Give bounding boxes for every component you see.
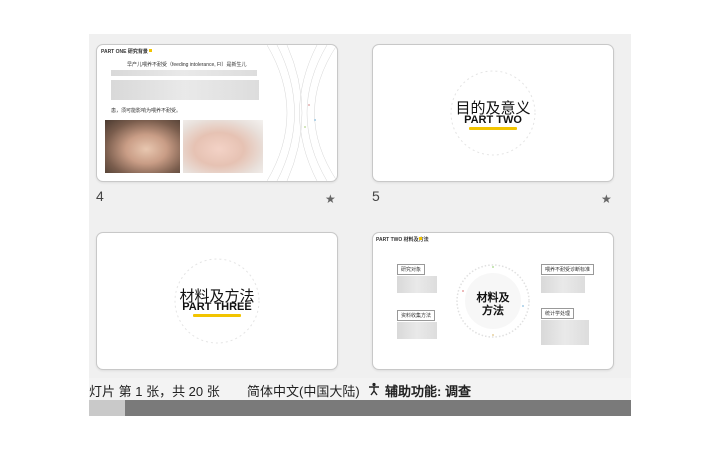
slide-text: 早产儿喂养不耐受（feeding intolerance, FI）是新生儿 bbox=[127, 62, 247, 68]
label-box: 统计学处理 bbox=[541, 308, 575, 319]
slide-number: 5 bbox=[372, 188, 380, 204]
label-box: 研究对象 bbox=[397, 264, 426, 275]
accessibility-status[interactable]: 辅助功能: 调查 bbox=[385, 381, 471, 400]
slide-number: 4 bbox=[96, 188, 104, 204]
slide-thumbnail-7[interactable]: PART TWO 材料及方法 材料及 方法 研究对象 资料收集方法 喂养不耐受诊… bbox=[372, 232, 614, 370]
accent-bar bbox=[469, 127, 517, 130]
slide-part-label: PART TWO bbox=[464, 114, 522, 126]
star-icon[interactable]: ★ bbox=[325, 192, 336, 206]
status-bar: 灯片 第 1 张，共 20 张 简体中文(中国大陆) 辅助功能: 调查 bbox=[89, 378, 631, 400]
label-box: 喂养不耐受诊断标准 bbox=[541, 264, 595, 275]
baby-feet-photo bbox=[183, 120, 263, 173]
decorative-lines bbox=[267, 45, 337, 181]
background-window bbox=[89, 400, 631, 416]
slide-sorter: PART ONE 研究背景 早产儿喂养不耐受（feeding intoleran… bbox=[89, 34, 631, 378]
blurred-text bbox=[397, 276, 437, 293]
blurred-text bbox=[111, 70, 257, 76]
star-icon[interactable]: ★ bbox=[601, 192, 612, 206]
slide-part-label: PART THREE bbox=[182, 301, 252, 313]
blurred-text bbox=[111, 80, 259, 100]
label-box: 资料收集方法 bbox=[397, 310, 436, 321]
blurred-text bbox=[397, 322, 437, 339]
blurred-text bbox=[541, 320, 589, 345]
slide-thumbnail-4[interactable]: PART ONE 研究背景 早产儿喂养不耐受（feeding intoleran… bbox=[96, 44, 338, 182]
language-indicator[interactable]: 简体中文(中国大陆) bbox=[247, 381, 360, 400]
accent-bar bbox=[193, 314, 241, 317]
slide-count-label: 灯片 第 1 张，共 20 张 bbox=[89, 384, 220, 399]
accessibility-icon[interactable] bbox=[367, 382, 381, 399]
slide-header: PART ONE 研究背景 bbox=[101, 49, 148, 55]
slide-thumbnail-5[interactable]: 目的及意义 PART TWO bbox=[372, 44, 614, 182]
slide-text: 患，须可能影响为喂养不耐受。 bbox=[111, 108, 182, 114]
baby-photo bbox=[105, 120, 180, 173]
slide-thumbnail-6[interactable]: 材料及方法 PART THREE bbox=[96, 232, 338, 370]
blurred-text bbox=[541, 276, 585, 293]
header-accent bbox=[149, 49, 152, 52]
header-accent bbox=[419, 237, 422, 240]
